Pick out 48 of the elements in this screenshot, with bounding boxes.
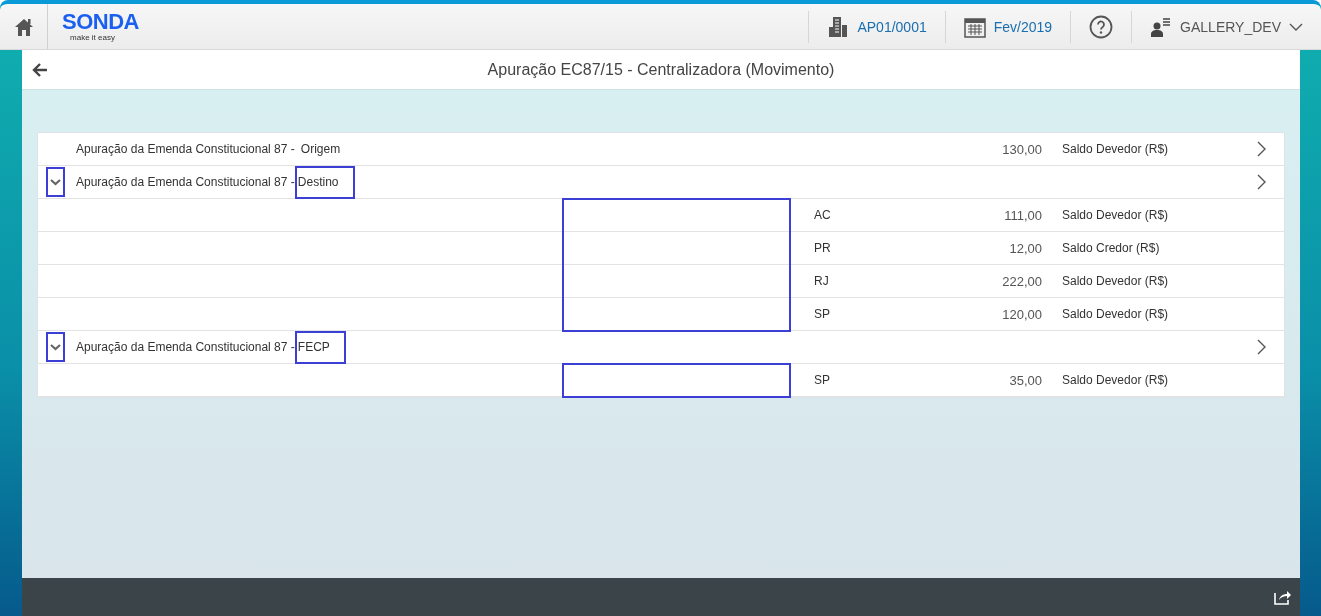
balance-label: Saldo Devedor (R$) <box>1062 142 1170 156</box>
chevron-down-icon <box>50 178 61 186</box>
share-icon <box>1274 589 1292 605</box>
balance-label: Saldo Devedor (R$) <box>1062 307 1170 321</box>
share-button[interactable] <box>1274 589 1292 605</box>
building-icon <box>827 15 850 38</box>
calendar-icon <box>963 15 986 38</box>
group-title: Apuração da Emenda Constitucional 87 - <box>76 340 295 354</box>
user-icon <box>1150 15 1173 38</box>
expand-button[interactable] <box>46 167 65 197</box>
expand-button[interactable] <box>46 332 65 362</box>
company-button[interactable]: AP01/0001 <box>808 10 945 43</box>
user-menu[interactable]: GALLERY_DEV <box>1131 10 1321 43</box>
chevron-right-icon <box>1257 339 1267 355</box>
chevron-right-icon <box>1257 174 1267 190</box>
chevron-right-icon <box>1257 141 1267 157</box>
group-suffix: FECP <box>294 330 346 364</box>
open-button[interactable] <box>1257 339 1267 355</box>
group-title: Apuração da Emenda Constitucional 87 - <box>76 142 295 156</box>
balance-label: Saldo Devedor (R$) <box>1062 274 1170 288</box>
group-suffix: Origem <box>299 141 342 158</box>
back-arrow-icon <box>32 62 48 77</box>
balance-label: Saldo Devedor (R$) <box>1062 208 1170 222</box>
logo-tagline: make it easy <box>70 33 115 42</box>
open-button[interactable] <box>1257 174 1267 190</box>
state-code: SP <box>814 307 831 321</box>
chevron-down-icon <box>50 343 61 351</box>
state-code: SP <box>814 373 831 387</box>
amount: 120,00 <box>1001 306 1042 322</box>
logo: SONDA <box>62 11 139 33</box>
balance-label: Saldo Credor (R$) <box>1062 241 1161 255</box>
balance-label: Saldo Devedor (R$) <box>1062 373 1170 387</box>
period-button[interactable]: Fev/2019 <box>944 10 1071 43</box>
amount: 111,00 <box>1003 207 1042 223</box>
group-suffix: Destino <box>294 165 355 199</box>
amount: 35,00 <box>1008 372 1042 388</box>
amount: 130,00 <box>1001 141 1042 157</box>
caret-icon <box>1289 22 1303 31</box>
back-button[interactable] <box>32 62 48 77</box>
group-title: Apuração da Emenda Constitucional 87 - <box>76 175 295 189</box>
open-button[interactable] <box>1257 141 1267 157</box>
amount: 12,00 <box>1008 240 1042 256</box>
help-icon <box>1089 14 1114 39</box>
state-code: PR <box>814 241 832 255</box>
page-title: Apuração EC87/15 - Centralizadora (Movimento) <box>487 60 835 79</box>
state-code: AC <box>814 208 832 222</box>
amount: 222,00 <box>1001 273 1042 289</box>
state-code: RJ <box>814 274 830 288</box>
